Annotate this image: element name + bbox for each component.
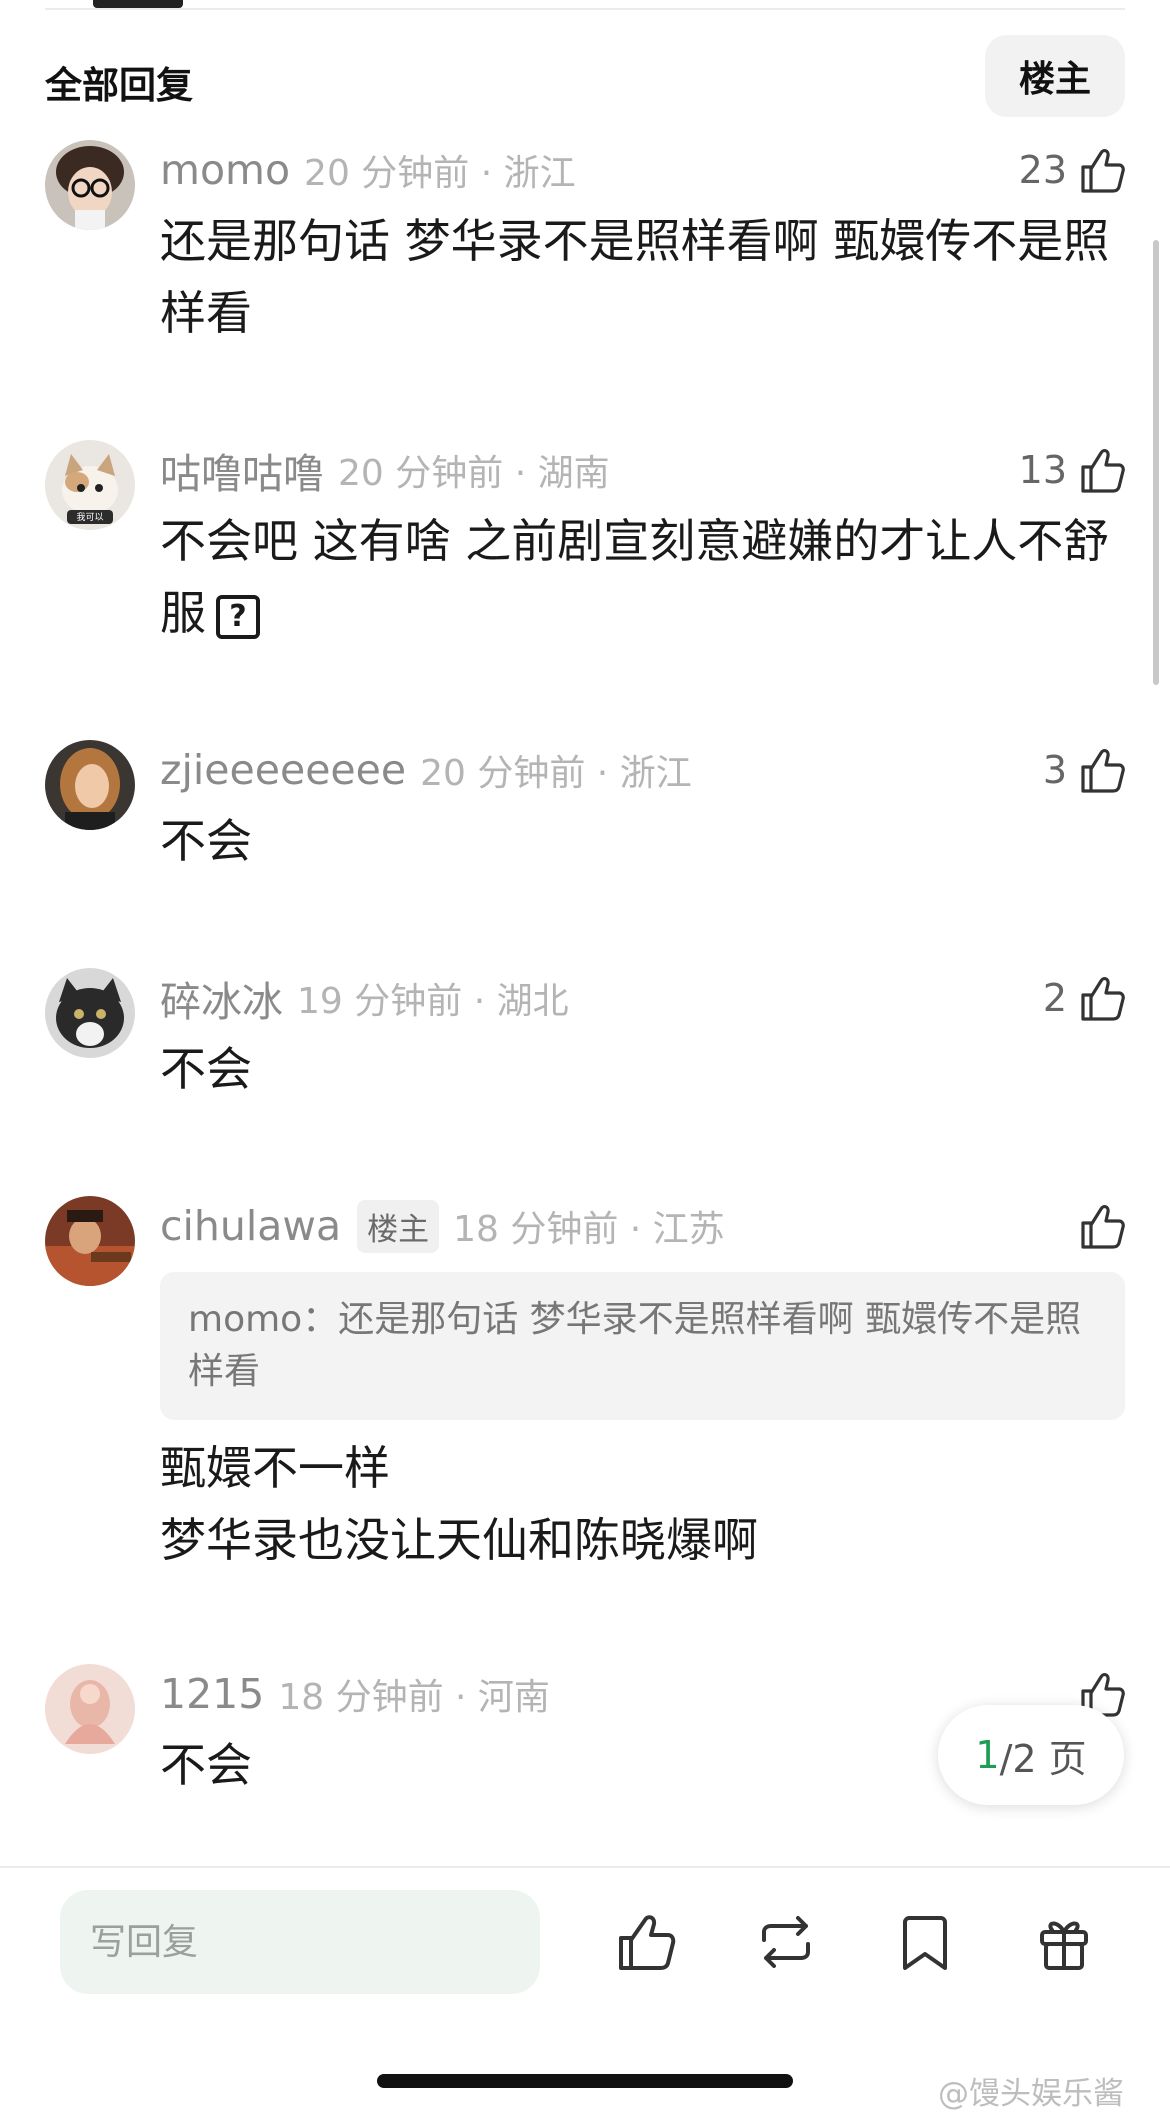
comment-time-location: 19 分钟前 · 湖北 bbox=[297, 981, 569, 1022]
op-only-filter-button[interactable]: 楼主 bbox=[985, 35, 1125, 117]
avatar[interactable] bbox=[45, 140, 135, 230]
replies-header: 全部回复 楼主 bbox=[45, 35, 1125, 117]
comment-text-line: 梦华录也没让天仙和陈晓爆啊 bbox=[160, 1513, 758, 1567]
comment-text: 还是那句话 梦华录不是照样看啊 甄嬛传不是照样看 bbox=[160, 214, 1110, 340]
like-button[interactable]: 2 bbox=[1043, 968, 1125, 1028]
comment-time-location: 18 分钟前 · 河南 bbox=[278, 1677, 550, 1718]
all-replies-title: 全部回复 bbox=[45, 64, 193, 107]
bookmark-icon bbox=[893, 1910, 957, 1974]
username[interactable]: momo bbox=[160, 146, 290, 194]
thumb-up-icon bbox=[1077, 973, 1125, 1023]
comment-time-location: 20 分钟前 · 浙江 bbox=[420, 753, 692, 794]
question-emoji-icon: ? bbox=[216, 594, 260, 639]
thumb-up-icon bbox=[1077, 745, 1125, 795]
comment-text-content: 不会吧 这有啥 之前剧宣刻意避嫌的才让人不舒服 bbox=[160, 514, 1110, 640]
comment-text-line: 甄嬛不一样 bbox=[160, 1441, 390, 1495]
comment-meta: momo 20 分钟前 · 浙江 bbox=[160, 140, 576, 200]
comment-time-location: 20 分钟前 · 浙江 bbox=[304, 153, 576, 194]
like-count: 23 bbox=[1018, 148, 1067, 192]
comment-text: 不会 bbox=[160, 1042, 252, 1096]
like-button[interactable]: 13 bbox=[1019, 440, 1125, 500]
thumb-up-icon bbox=[1077, 1201, 1125, 1251]
thumb-up-icon bbox=[1077, 145, 1125, 195]
comment-meta: 咕噜咕噜 20 分钟前 · 湖南 bbox=[160, 440, 610, 500]
comment-meta: zjieeeeeeee 20 分钟前 · 浙江 bbox=[160, 740, 692, 800]
username[interactable]: zjieeeeeeee bbox=[160, 746, 406, 794]
like-count: 3 bbox=[1042, 748, 1067, 792]
avatar[interactable]: 我可以 bbox=[45, 440, 135, 530]
quoted-comment[interactable]: momo：还是那句话 梦华录不是照样看啊 甄嬛传不是照样看 bbox=[160, 1272, 1125, 1420]
avatar[interactable] bbox=[45, 1664, 135, 1754]
avatar[interactable] bbox=[45, 1196, 135, 1286]
comment-time-location: 20 分钟前 · 湖南 bbox=[338, 453, 610, 494]
repost-button[interactable] bbox=[753, 1906, 819, 1978]
home-indicator bbox=[377, 2074, 793, 2088]
top-divider bbox=[45, 8, 1125, 10]
total-pages: /2 页 bbox=[999, 1736, 1087, 1781]
username[interactable]: 咕噜咕噜 bbox=[160, 440, 324, 500]
reply-input[interactable] bbox=[60, 1890, 540, 1994]
avatar[interactable] bbox=[45, 968, 135, 1058]
thumb-up-icon bbox=[613, 1910, 677, 1974]
watermark: @馒头娱乐酱 bbox=[938, 2076, 1124, 2112]
thumb-up-icon bbox=[1077, 445, 1125, 495]
op-badge: 楼主 bbox=[357, 1199, 440, 1253]
like-count: 2 bbox=[1042, 976, 1067, 1020]
like-button[interactable] bbox=[1067, 1196, 1125, 1256]
avatar-caption: 我可以 bbox=[76, 512, 103, 523]
gift-button[interactable] bbox=[1031, 1906, 1097, 1978]
like-button[interactable]: 23 bbox=[1019, 140, 1125, 200]
tab-indicator bbox=[93, 0, 183, 8]
bookmark-button[interactable] bbox=[892, 1906, 958, 1978]
repost-icon bbox=[754, 1910, 818, 1974]
like-button[interactable]: 3 bbox=[1043, 740, 1125, 800]
page-indicator-button[interactable]: 1/2 页 bbox=[938, 1705, 1124, 1805]
comment-text: 不会吧 这有啥 之前剧宣刻意避嫌的才让人不舒服? bbox=[160, 505, 1120, 649]
comment-text: 不会 bbox=[160, 814, 252, 868]
username[interactable]: 1215 bbox=[160, 1670, 264, 1718]
comment-time-location: 18 分钟前 · 江苏 bbox=[453, 1209, 725, 1250]
comment-text: 甄嬛不一样 梦华录也没让天仙和陈晓爆啊 bbox=[160, 1432, 1120, 1576]
comment-meta: 碎冰冰 19 分钟前 · 湖北 bbox=[160, 968, 569, 1028]
avatar[interactable] bbox=[45, 740, 135, 830]
comment-meta: 1215 18 分钟前 · 河南 bbox=[160, 1664, 550, 1724]
like-post-button[interactable] bbox=[612, 1906, 678, 1978]
scrollbar[interactable] bbox=[1153, 240, 1159, 685]
like-count: 13 bbox=[1018, 448, 1067, 492]
comment-meta: cihulawa 楼主 18 分钟前 · 江苏 bbox=[160, 1196, 725, 1256]
current-page: 1 bbox=[975, 1733, 1000, 1777]
username[interactable]: cihulawa bbox=[160, 1202, 341, 1250]
gift-icon bbox=[1032, 1910, 1096, 1974]
username[interactable]: 碎冰冰 bbox=[160, 968, 283, 1028]
